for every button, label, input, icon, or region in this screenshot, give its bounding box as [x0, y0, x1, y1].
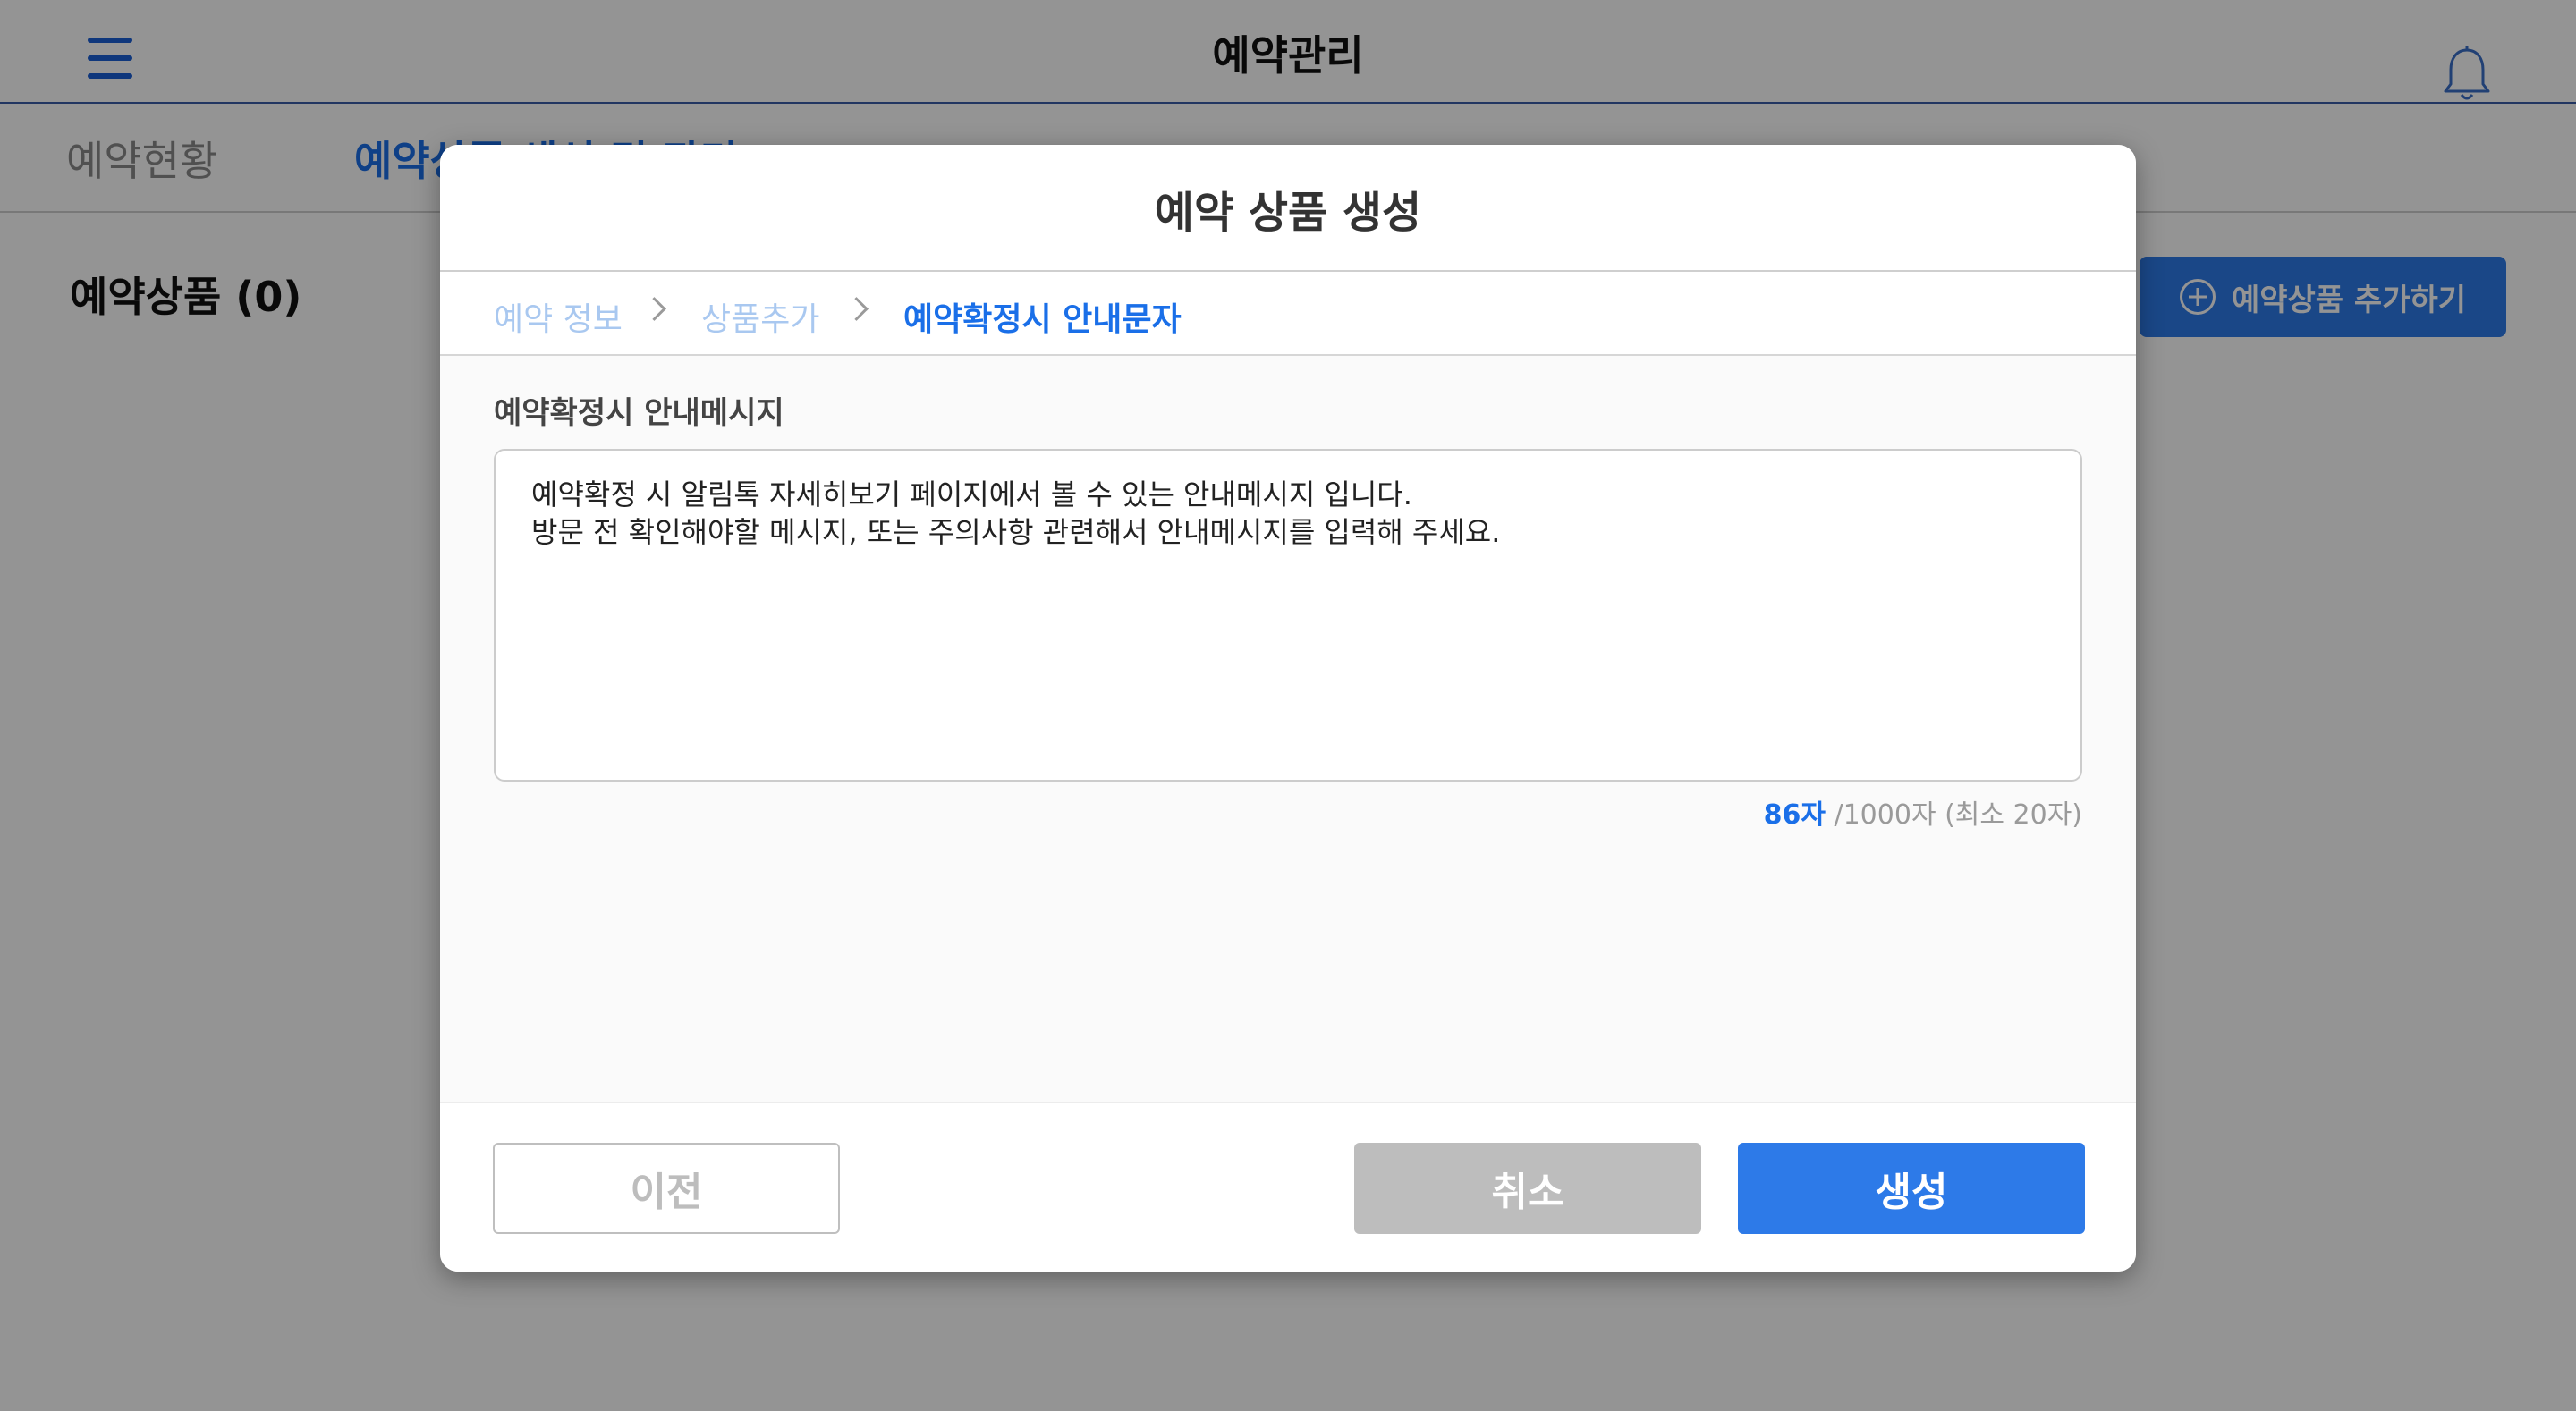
confirmation-message-textarea[interactable]: 예약확정 시 알림톡 자세히보기 페이지에서 볼 수 있는 안내메시지 입니다.… — [494, 449, 2082, 782]
modal-footer: 이전 취소 생성 — [440, 1102, 2136, 1272]
modal-header: 예약 상품 생성 — [440, 145, 2136, 272]
chevron-right-icon — [642, 297, 666, 321]
modal-title: 예약 상품 생성 — [1154, 188, 1422, 238]
character-count-current: 86자 — [1763, 799, 1826, 831]
step-add-product: 상품추가 — [701, 301, 820, 338]
cancel-button[interactable]: 취소 — [1354, 1143, 1701, 1234]
chevron-right-icon — [844, 297, 869, 321]
message-line: 방문 전 확인해야할 메시지, 또는 주의사항 관련해서 안내메시지를 입력해 … — [531, 515, 1501, 549]
step-confirmation-message: 예약확정시 안내문자 — [903, 301, 1182, 338]
step-reservation-info: 예약 정보 — [494, 301, 623, 338]
message-line: 예약확정 시 알림톡 자세히보기 페이지에서 볼 수 있는 안내메시지 입니다. — [531, 477, 1412, 511]
character-counter: 86자 /1000자 (최소 20자) — [1764, 792, 2082, 832]
character-count-limit: /1000자 (최소 20자) — [1825, 799, 2082, 831]
prev-button[interactable]: 이전 — [493, 1143, 840, 1234]
step-breadcrumb: 예약 정보 상품추가 예약확정시 안내문자 — [440, 272, 2136, 356]
message-field-label: 예약확정시 안내메시지 — [494, 395, 784, 431]
create-product-modal: 예약 상품 생성 예약 정보 상품추가 예약확정시 안내문자 예약확정시 안내메… — [440, 145, 2136, 1272]
create-button[interactable]: 생성 — [1738, 1143, 2085, 1234]
